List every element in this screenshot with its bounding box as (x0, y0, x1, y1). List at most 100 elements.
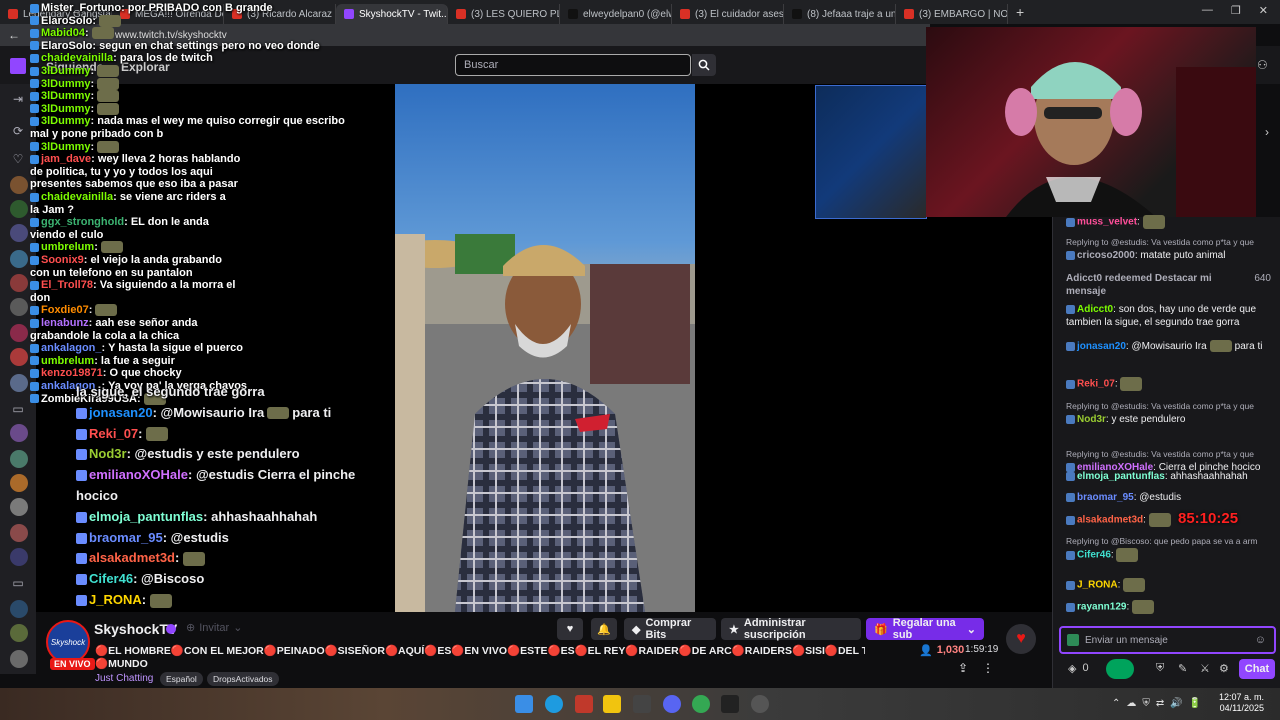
avatar[interactable] (10, 374, 28, 392)
chat-message[interactable]: Replying to @estudis: Va vestida como p*… (1066, 236, 1271, 262)
chat-username[interactable]: Adicct0 (1077, 304, 1113, 315)
chat-message[interactable]: alsakadmet3d: (1066, 513, 1271, 527)
clock[interactable]: 12:07 a. m. 04/11/2025 (1212, 692, 1264, 714)
avatar[interactable] (10, 348, 28, 366)
chat-message[interactable]: Adicct0 redeemed Destacar mi mensaje 640 (1066, 272, 1271, 298)
channel-name[interactable]: SkyshockTV (94, 621, 177, 637)
chat-username[interactable]: braomar_95 (1077, 492, 1134, 503)
search-input[interactable]: Buscar (455, 54, 691, 76)
avatar[interactable] (10, 650, 28, 668)
gear-icon[interactable]: ⚙ (1219, 662, 1229, 675)
discord-icon[interactable] (663, 695, 681, 713)
chat-username[interactable]: Cifer46 (1077, 550, 1111, 561)
manage-sub-button[interactable]: ★ Administrar suscripción (721, 617, 861, 641)
avatar[interactable] (10, 274, 28, 292)
tag-pill[interactable]: DropsActivados (207, 672, 279, 686)
chat-input[interactable]: Enviar un mensaje ☺ (1059, 626, 1276, 654)
chevron-right-icon[interactable]: › (1265, 125, 1269, 139)
emote-icon (97, 65, 120, 78)
avatar[interactable] (10, 200, 28, 218)
chat-username[interactable]: jonasan20 (1077, 341, 1126, 352)
app-icon[interactable] (633, 695, 651, 713)
search-button[interactable] (692, 54, 716, 76)
new-tab-icon[interactable]: + (1016, 4, 1024, 20)
chat-message[interactable]: jonasan20: @Mowisaurio Ira para ti (1066, 340, 1271, 353)
chat-message[interactable]: Adicct0: son dos, hay uno de verde que t… (1066, 303, 1271, 329)
avatar[interactable] (10, 498, 28, 516)
windows-start-icon[interactable] (515, 695, 533, 713)
chat-username[interactable]: muss_velvet (1077, 217, 1137, 228)
system-tray[interactable]: ⌃☁⛨⇄🔊🔋 (1112, 698, 1207, 709)
video-icon[interactable]: ▭ (10, 576, 26, 592)
pencil-icon[interactable]: ✎ (1178, 662, 1187, 675)
sword-icon[interactable]: ⚔ (1200, 662, 1210, 675)
video-icon[interactable]: ▭ (10, 402, 26, 418)
chat-message[interactable]: J_RONA: (1066, 578, 1271, 592)
send-chat-button[interactable]: Chat (1239, 659, 1275, 679)
stream-category[interactable]: Just Chatting (95, 673, 153, 684)
back-icon[interactable]: ← (8, 28, 20, 42)
chat-username[interactable]: rayann129 (1077, 602, 1126, 613)
avatar[interactable] (10, 224, 28, 242)
overlay-chat-text: ahhashaahhahah (211, 508, 318, 524)
gift-sub-button[interactable]: 🎁 Regalar una sub ⌄ (866, 617, 984, 641)
chat-message[interactable]: Replying to @Biscoso: que pedo papa se v… (1066, 535, 1271, 562)
tag-pill[interactable]: Español (160, 672, 203, 686)
browser-tab[interactable]: (8) Jefaaa traje a unos...✕ (784, 4, 896, 24)
browser-tab[interactable]: (3) LES QUIERO PLATIC...✕ (448, 4, 560, 24)
minimize-icon[interactable]: — (1202, 4, 1213, 17)
share-icon[interactable]: ⇪ (958, 661, 968, 675)
chat-username[interactable]: J_RONA (1077, 580, 1118, 591)
chat-username[interactable]: elmoja_pantunflas (1077, 471, 1165, 482)
chat-username[interactable]: alsakadmet3d (1077, 515, 1143, 526)
avatar[interactable] (10, 298, 28, 316)
avatar[interactable] (10, 324, 28, 342)
avatar[interactable] (10, 424, 28, 442)
heart-reaction-button[interactable]: ♥ (1006, 624, 1036, 654)
browser-tab[interactable]: (3) El cuidador asesino...✕ (672, 4, 784, 24)
avatar[interactable] (10, 450, 28, 468)
expand-sidebar-icon[interactable]: ⇥ (10, 92, 26, 108)
avatar[interactable] (10, 548, 28, 566)
avatar[interactable] (10, 176, 28, 194)
app-icon[interactable] (575, 695, 593, 713)
chat-message[interactable]: muss_velvet: (1066, 215, 1271, 229)
emote-icon[interactable]: ☺ (1255, 634, 1266, 646)
browser-tab[interactable]: elweydelpan0 (@elwey...✕ (560, 4, 672, 24)
chat-message[interactable]: rayann129: (1066, 600, 1271, 614)
chat-username[interactable]: Nod3r (1077, 414, 1106, 425)
avatar[interactable] (10, 624, 28, 642)
buy-bits-button[interactable]: ◆ Comprar Bits (624, 617, 716, 641)
steam-icon[interactable] (751, 695, 769, 713)
notifications-button[interactable]: 🔔 (591, 618, 617, 640)
app-icon[interactable] (721, 695, 739, 713)
claim-points-button[interactable] (1106, 659, 1134, 679)
close-icon[interactable]: ✕ (1259, 4, 1268, 17)
chat-message[interactable]: elmoja_pantunflas: ahhashaahhahah (1066, 470, 1271, 483)
chat-message[interactable]: Replying to @estudis: Va vestida como p*… (1066, 400, 1271, 426)
channel-points[interactable]: ◈ 0 (1068, 662, 1089, 675)
avatar[interactable] (10, 474, 28, 492)
avatar[interactable] (10, 250, 28, 268)
maximize-icon[interactable]: ❐ (1231, 4, 1241, 17)
overlay-chat-user: Mabid04 (41, 27, 86, 40)
browser-tab[interactable]: (3) EMBARGO | NOS AT...✕ (896, 4, 1008, 24)
avatar[interactable] (10, 600, 28, 618)
users-icon[interactable]: ⚇ (1257, 58, 1268, 72)
browser-tab[interactable]: SkyshockTV - Twit...✕ (336, 4, 448, 24)
edge-icon[interactable] (545, 695, 563, 713)
shield-icon[interactable]: ⛨ (1156, 662, 1164, 675)
chat-username[interactable]: Reki_07 (1077, 379, 1115, 390)
recommended-icon[interactable]: ⟳ (10, 124, 26, 140)
twitch-logo-icon[interactable] (10, 58, 26, 74)
chat-message[interactable]: braomar_95: @estudis (1066, 491, 1271, 504)
file-explorer-icon[interactable] (603, 695, 621, 713)
chat-message[interactable]: Reki_07: (1066, 377, 1271, 391)
follow-heart-button[interactable]: ♥ (557, 618, 583, 640)
invite-button[interactable]: ⊕ Invitar ⌄ (186, 621, 242, 635)
more-options-icon[interactable]: ⋮ (982, 661, 994, 675)
heart-icon[interactable]: ♡ (10, 152, 26, 168)
avatar[interactable] (10, 524, 28, 542)
chrome-icon[interactable] (692, 695, 710, 713)
chat-username[interactable]: cricoso2000 (1077, 250, 1135, 261)
